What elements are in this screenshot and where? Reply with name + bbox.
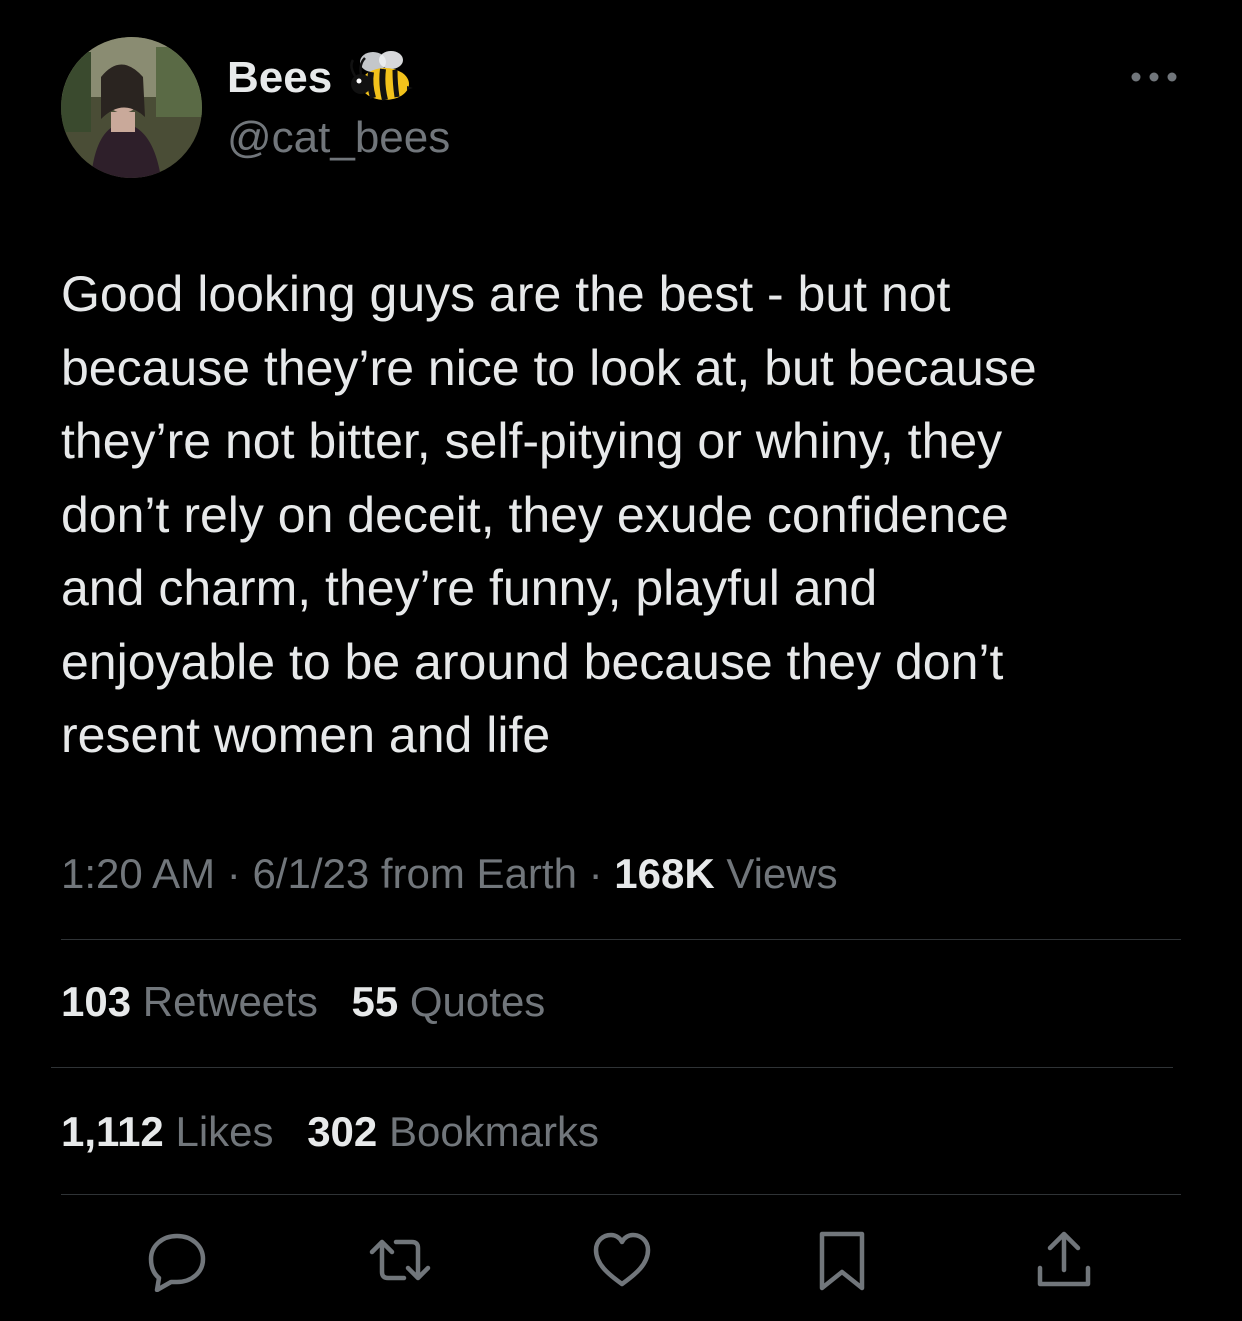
tweet-text-line: they’re not bitter, self-pitying or whin… <box>61 413 1003 469</box>
engagement-row-1: 103 Retweets 55 Quotes <box>61 976 567 1028</box>
retweets-label: Retweets <box>142 978 318 1025</box>
bookmarks-stat[interactable]: 302 Bookmarks <box>307 1108 599 1155</box>
quotes-stat[interactable]: 55 Quotes <box>352 978 546 1025</box>
divider <box>61 1194 1181 1195</box>
divider <box>61 939 1181 940</box>
like-button[interactable] <box>590 1228 654 1292</box>
user-handle[interactable]: @cat_bees <box>227 112 450 164</box>
tweet-date[interactable]: 6/1/23 <box>252 850 369 897</box>
like-icon <box>593 1232 651 1287</box>
bee-icon <box>349 46 413 106</box>
share-icon <box>1037 1231 1091 1287</box>
tweet-text-line: enjoyable to be around because they don’… <box>61 633 1004 690</box>
engagement-row-2: 1,112 Likes 302 Bookmarks <box>61 1106 621 1158</box>
meta-separator: · <box>215 850 253 897</box>
retweets-stat[interactable]: 103 Retweets <box>61 978 318 1025</box>
tweet-text-line: because they’re nice to look at, but bec… <box>61 339 1037 396</box>
tweet-text-line: and charm, they’re funny, playful and <box>61 560 878 616</box>
likes-count: 1,112 <box>61 1108 164 1155</box>
reply-button[interactable] <box>145 1228 209 1292</box>
bookmarks-label: Bookmarks <box>388 1108 600 1155</box>
views-label: Views <box>714 850 838 897</box>
more-options-icon[interactable] <box>1128 64 1180 90</box>
quotes-count: 55 <box>351 978 399 1025</box>
likes-stat[interactable]: 1,112 Likes <box>61 1108 274 1155</box>
display-name[interactable]: Bees <box>227 52 332 104</box>
retweet-button[interactable] <box>368 1228 432 1292</box>
meta-separator: · <box>576 850 615 897</box>
tweet-meta: 1:20 AM · 6/1/23 from Earth · 168K Views <box>61 848 838 900</box>
tweet-text-line: don’t rely on deceit, they exude confide… <box>61 486 1009 543</box>
tweet-text: Good looking guys are the best - but not… <box>61 258 1181 773</box>
avatar-photo <box>61 37 202 178</box>
retweets-count: 103 <box>61 978 132 1025</box>
tweet-time[interactable]: 1:20 AM <box>61 850 215 897</box>
quotes-label: Quotes <box>409 978 546 1025</box>
bookmarks-count: 302 <box>307 1108 378 1155</box>
views-count: 168K <box>614 850 715 897</box>
bookmark-button[interactable] <box>810 1228 874 1292</box>
reply-icon <box>148 1233 206 1292</box>
share-button[interactable] <box>1032 1228 1096 1292</box>
likes-label: Likes <box>175 1108 274 1155</box>
tweet-source: from Earth <box>369 850 577 897</box>
bookmark-icon <box>819 1231 865 1291</box>
tweet-text-line: resent women and life <box>61 707 551 763</box>
divider <box>51 1067 1173 1068</box>
retweet-icon <box>369 1239 431 1281</box>
avatar[interactable] <box>61 37 202 178</box>
tweet-text-line: Good looking guys are the best - but not <box>61 266 951 322</box>
